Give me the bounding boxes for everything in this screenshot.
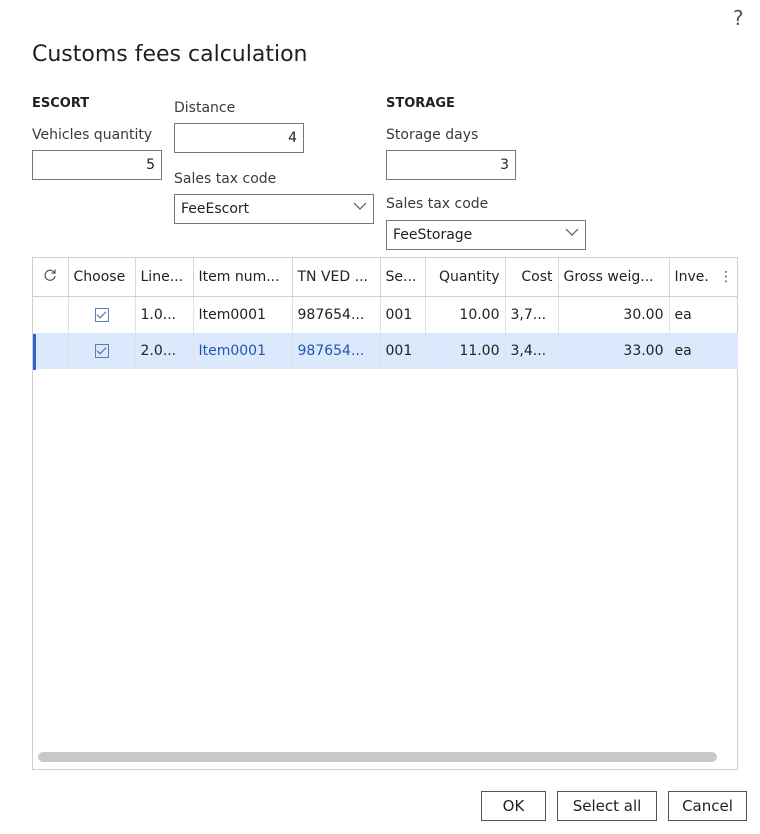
storage-sales-tax-label: Sales tax code [386,196,489,212]
lines-grid: Choose Line... Item num... TN VED ... Se… [32,257,738,770]
row-selector[interactable] [33,296,69,333]
select-all-button[interactable]: Select all [557,791,657,821]
inventory-unit-cell: ea [669,333,738,369]
column-header-gross-weight[interactable]: Gross weig... [558,258,670,297]
column-header-quantity[interactable]: Quantity [425,258,506,297]
ok-button[interactable]: OK [481,791,546,821]
refresh-column-header[interactable] [33,258,69,297]
tn-ved-link[interactable]: 987654... [292,333,381,369]
horizontal-scrollbar[interactable] [38,752,717,762]
storage-sales-tax-select[interactable]: FeeStorage [386,220,586,250]
checkbox-checked-icon[interactable] [94,344,109,358]
checkbox-checked-icon[interactable] [94,308,109,322]
more-options-icon[interactable]: ⋮ [719,269,733,285]
item-number-cell[interactable]: Item0001 [193,296,293,333]
grid-header-row: Choose Line... Item num... TN VED ... Se… [33,258,738,297]
selected-row-indicator [33,334,36,370]
lines-table: Choose Line... Item num... TN VED ... Se… [33,258,738,369]
refresh-icon[interactable] [43,269,57,286]
help-icon[interactable]: ? [733,6,744,30]
row-selector[interactable] [33,333,69,369]
escort-header: ESCORT [32,96,90,111]
escort-sales-tax-value: FeeEscort [181,201,250,217]
choose-checkbox-cell[interactable] [68,333,136,369]
line-cell: 2.0... [135,333,194,369]
series-cell: 001 [380,333,426,369]
distance-field[interactable]: 4 [174,123,304,153]
table-row-selected[interactable]: 2.0... Item0001 987654... 001 11.00 3,4.… [33,333,738,369]
gross-weight-cell: 33.00 [558,333,670,369]
tn-ved-cell[interactable]: 987654... [292,296,381,333]
storage-sales-tax-value: FeeStorage [393,227,473,243]
column-header-tn-ved[interactable]: TN VED ... [292,258,381,297]
column-header-inventory-unit[interactable]: Inve. ⋮ [669,258,738,297]
chevron-down-icon [565,225,579,245]
column-header-series[interactable]: Se... [380,258,426,297]
storage-days-field[interactable]: 3 [386,150,516,180]
series-cell: 001 [380,296,426,333]
column-header-cost[interactable]: Cost [505,258,559,297]
table-row[interactable]: 1.0... Item0001 987654... 001 10.00 3,7.… [33,296,738,333]
line-cell: 1.0... [135,296,194,333]
column-header-choose[interactable]: Choose [68,258,136,297]
item-number-link[interactable]: Item0001 [193,333,293,369]
vehicles-quantity-label: Vehicles quantity [32,127,153,143]
column-header-item-number[interactable]: Item num... [193,258,293,297]
escort-sales-tax-label: Sales tax code [174,171,277,187]
escort-sales-tax-select[interactable]: FeeEscort [174,194,374,224]
storage-header: STORAGE [386,96,455,111]
dialog-title: Customs fees calculation [32,42,308,67]
gross-weight-cell: 30.00 [558,296,670,333]
storage-days-label: Storage days [386,127,479,143]
cancel-button[interactable]: Cancel [668,791,747,821]
vehicles-quantity-field[interactable]: 5 [32,150,162,180]
quantity-cell: 10.00 [425,296,506,333]
column-header-line[interactable]: Line... [135,258,194,297]
choose-checkbox-cell[interactable] [68,296,136,333]
cost-cell: 3,7... [505,296,559,333]
quantity-cell: 11.00 [425,333,506,369]
cost-cell: 3,4... [505,333,559,369]
inventory-unit-cell: ea [674,307,692,323]
inventory-unit-header-label: Inve. [674,269,709,285]
distance-label: Distance [174,100,236,116]
chevron-down-icon [353,199,367,219]
